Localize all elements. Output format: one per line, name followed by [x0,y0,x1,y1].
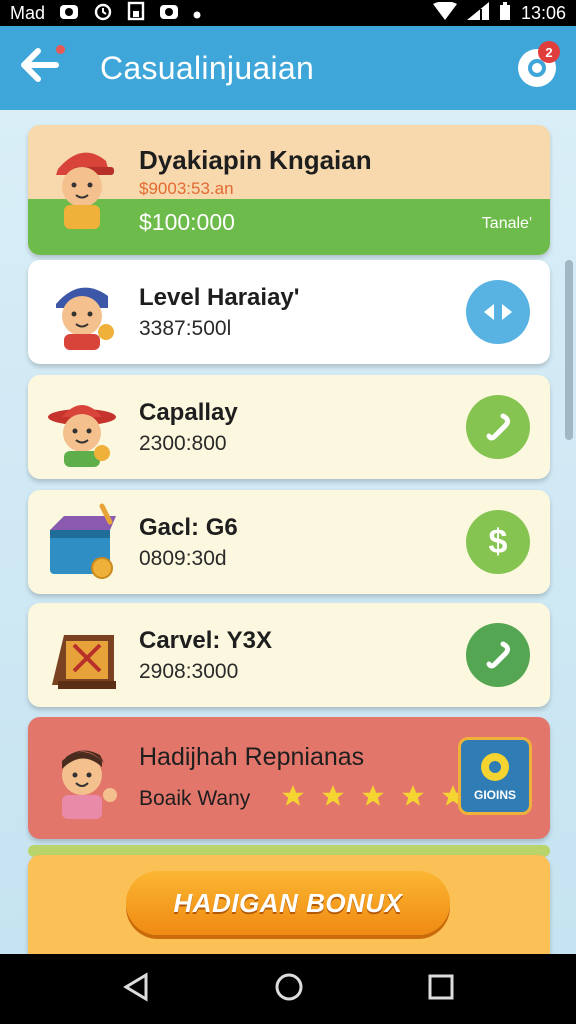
back-nav-button[interactable] [122,971,150,1007]
item-name: Gacl: G6 [139,514,238,541]
home-nav-button[interactable] [274,972,304,1007]
item-name: Carvel: Y3X [139,627,272,654]
alarm-icon [93,1,113,26]
item-amount: 2300:800 [139,432,227,455]
star-icon [282,785,304,806]
recents-nav-button[interactable] [428,974,454,1005]
star-icon [362,785,384,806]
treasure-chest-icon [44,502,122,580]
triangle-back-icon [123,971,148,1002]
framed-picture-icon [44,615,122,693]
featured-name: Dyakiapin Kngaian [139,145,372,175]
circle-home-icon [275,973,303,1000]
gear-coin-icon [481,753,509,781]
item-amount: 0809:30d [139,547,227,570]
wifi-icon [432,0,457,25]
list-item[interactable]: Level Haraiay' 3387:500l [28,260,550,364]
boy-waving-avatar [44,735,122,819]
dollar-icon: $ [488,522,508,561]
bonus-subtitle: Boaik Wany [139,787,251,810]
back-indicator-dot [56,44,65,54]
notification-button[interactable]: 2 [518,41,560,87]
star-rating [280,783,466,809]
item-amount: 3387:500l [139,317,232,340]
item-action-button[interactable] [466,395,530,459]
item-action-button[interactable] [466,623,530,687]
featured-subtitle: $9003:53.an [139,179,234,198]
item-name: Level Haraiay' [139,284,300,311]
list-item[interactable]: Capallay 2300:800 [28,375,550,479]
boy-cap-avatar [44,141,122,229]
coins-badge-label: GIOINS [473,788,516,802]
clipboard-icon [127,1,145,26]
notification-dot-icon [193,3,201,24]
page-title: Casualinjuaian [100,49,315,86]
battery-icon [499,1,511,25]
square-recents-icon [428,974,454,999]
item-name: Capallay [139,399,238,426]
item-action-button[interactable]: $ [466,510,530,574]
featured-amount: $100:000 [139,209,235,235]
arrow-left-icon [21,47,59,82]
navigation-bar [0,954,576,1024]
list-item[interactable]: Gacl: G6 0809:30d $ [28,490,550,594]
scrollbar[interactable] [565,260,573,440]
main-content: Dyakiapin Kngaian $9003:53.an $100:000 T… [0,110,576,954]
item-amount: 2908:3000 [139,660,239,683]
camera-icon [59,2,79,25]
featured-tag: Tanale' [481,215,532,232]
claim-bonus-button[interactable]: HADIGAN BONUX [126,871,450,935]
back-button[interactable] [20,44,70,90]
status-bar: Mad 13:06 [0,0,576,26]
item-action-button[interactable] [466,280,530,344]
claim-bonus-label: HADIGAN BONUX [173,887,403,918]
boy-red-hat-avatar [44,387,122,467]
list-item-featured[interactable]: Dyakiapin Kngaian $9003:53.an $100:000 T… [28,125,550,255]
arrows-icon [484,304,512,320]
star-icon [322,785,344,806]
carrier-label: Mad [10,2,46,23]
camera-icon-2 [159,2,179,25]
cta-card: HADIGAN BONUX [28,855,550,954]
signal-icon [466,1,489,25]
star-icon [402,785,424,806]
coins-badge-button[interactable]: GIOINS [458,737,532,815]
link-icon [486,641,511,669]
boy-blue-cap-avatar [44,272,122,350]
bonus-card[interactable]: Hadijhah Repnianas Boaik Wany GIOINS [28,717,550,839]
clock-time: 13:06 [520,2,566,23]
list-item[interactable]: Carvel: Y3X 2908:3000 [28,603,550,707]
bonus-title: Hadijhah Repnianas [139,743,365,771]
phone-icon [486,413,511,441]
notification-badge: 2 [538,41,560,63]
app-bar: Casualinjuaian 2 [0,26,576,110]
